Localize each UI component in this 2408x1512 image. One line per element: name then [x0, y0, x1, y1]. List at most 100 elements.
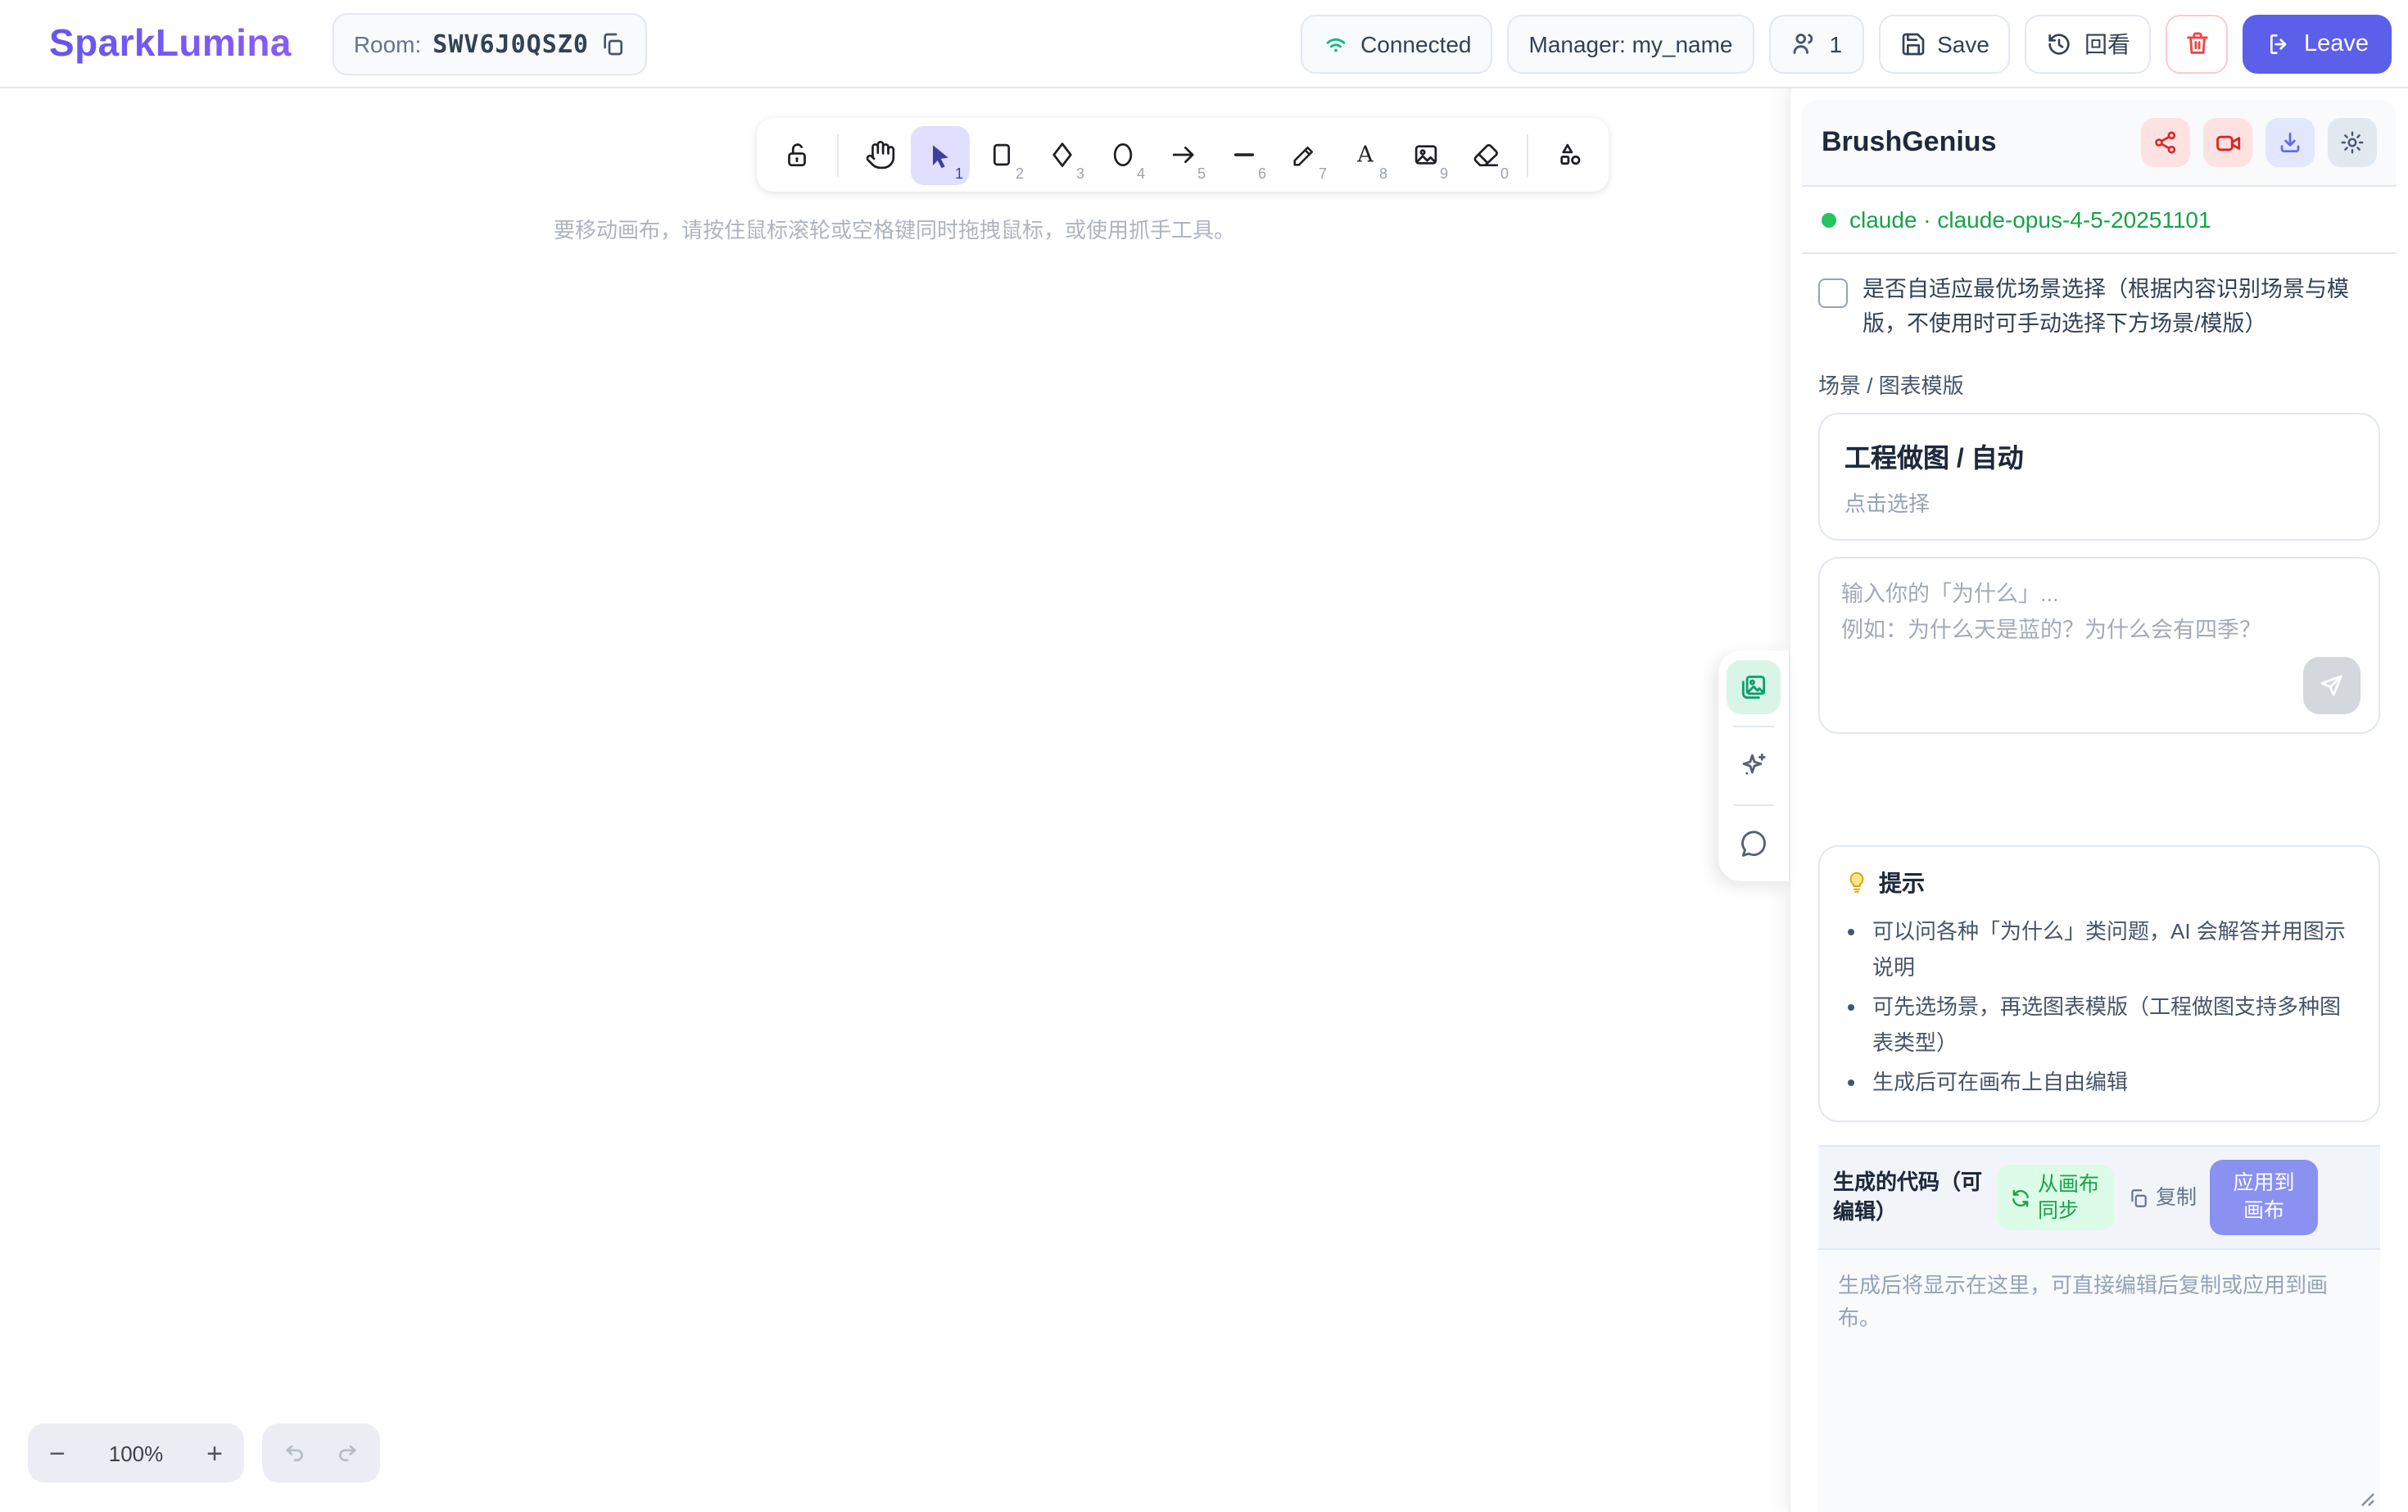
brushgenius-panel: BrushGenius: [1789, 88, 2408, 1512]
adaptive-scene-checkbox[interactable]: [1818, 278, 1848, 308]
replay-button[interactable]: 回看: [2026, 14, 2152, 73]
replay-label: 回看: [2084, 27, 2130, 60]
top-bar-actions: Connected Manager: my_name 1 Save: [1300, 14, 2392, 73]
scene-selector[interactable]: 工程做图 / 自动 点击选择: [1818, 413, 2380, 541]
scene-selected-value: 工程做图 / 自动: [1844, 436, 2354, 475]
panel-header: BrushGenius: [1802, 100, 2397, 187]
rectangle-icon: [985, 139, 1016, 170]
save-label: Save: [1937, 30, 1989, 57]
undo-icon[interactable]: [282, 1440, 308, 1466]
hand-icon: [864, 139, 895, 170]
lightbulb-icon: [1844, 871, 1869, 895]
copy-room-code-icon[interactable]: [600, 30, 627, 57]
toolbar-divider: [837, 134, 839, 176]
leave-label: Leave: [2304, 30, 2369, 57]
lock-icon: [781, 139, 812, 170]
zoom-pill: − 100% +: [28, 1424, 244, 1483]
ellipse-tool[interactable]: 4: [1093, 125, 1152, 184]
selection-icon: [926, 140, 955, 170]
drawing-canvas[interactable]: 要移动画布，请按住鼠标滚轮或空格键同时拖拽鼠标，或使用抓手工具。: [0, 88, 1789, 1512]
save-button[interactable]: Save: [1878, 14, 2011, 73]
generated-code-placeholder: 生成后将显示在这里，可直接编辑后复制或应用到画布。: [1838, 1270, 2360, 1333]
room-code: SWV6J0QSZ0: [432, 29, 589, 58]
text-tool[interactable]: A 8: [1335, 125, 1394, 184]
app-window: SparkLumina Room: SWV6J0QSZ0 Connected M…: [0, 0, 2408, 1512]
record-button[interactable]: [2203, 118, 2252, 167]
lock-tool[interactable]: [767, 125, 826, 184]
share-icon: [2152, 129, 2179, 156]
zoom-out-button[interactable]: −: [49, 1439, 66, 1467]
prompt-input[interactable]: 输入你的「为什么」... 例如：为什么天是蓝的？为什么会有四季？: [1818, 557, 2380, 734]
tip-item: 可先选场景，再选图表模版（工程做图支持多种图表类型）: [1872, 989, 2354, 1062]
send-button[interactable]: [2303, 657, 2360, 714]
shapes-icon: [1554, 139, 1585, 170]
copy-code-button[interactable]: 复制: [2128, 1184, 2197, 1211]
selection-tool[interactable]: 1: [911, 125, 970, 184]
users-icon: [1790, 29, 1818, 57]
text-icon: A: [1349, 139, 1380, 170]
generated-code-editor[interactable]: 生成后将显示在这里，可直接编辑后复制或应用到画布。: [1818, 1250, 2380, 1512]
resize-handle[interactable]: [2356, 1487, 2375, 1507]
model-status: claude · claude-opus-4-5-20251101: [1849, 206, 2211, 233]
rectangle-tool[interactable]: 2: [971, 125, 1030, 184]
app-logo: SparkLumina: [49, 21, 292, 66]
tips-card: 提示 可以问各种「为什么」类问题，AI 会解答并用图示说明 可先选场景，再选图表…: [1818, 845, 2380, 1123]
image-tool[interactable]: 9: [1396, 125, 1455, 184]
refresh-icon: [2010, 1187, 2031, 1208]
zoom-level[interactable]: 100%: [109, 1441, 164, 1465]
settings-icon: [2339, 129, 2365, 156]
tips-header: 提示: [1844, 867, 2354, 899]
send-icon: [2318, 672, 2346, 699]
user-count: 1: [1830, 30, 1843, 57]
side-toolbar-divider: [1733, 804, 1774, 806]
prompt-placeholder: 输入你的「为什么」... 例如：为什么天是蓝的？为什么会有四季？: [1841, 577, 2280, 650]
more-shapes-tool[interactable]: [1540, 125, 1599, 184]
scene-section-label: 场景 / 图表模版: [1818, 369, 2380, 400]
side-toolbar-divider: [1733, 726, 1774, 727]
apply-to-canvas-button[interactable]: 应用到画布: [2210, 1161, 2318, 1236]
gallery-mode-button[interactable]: [1727, 660, 1781, 714]
hand-tool[interactable]: [850, 125, 909, 184]
connection-status-label: Connected: [1360, 30, 1471, 57]
line-tool[interactable]: 6: [1214, 125, 1273, 184]
save-icon: [1899, 30, 1926, 57]
generated-code-header: 生成的代码（可编辑） 从画布同步 复制 应用到画布: [1818, 1146, 2380, 1251]
redo-icon[interactable]: [334, 1440, 360, 1466]
svg-text:A: A: [1356, 143, 1373, 168]
history-controls: [262, 1424, 380, 1483]
user-count-badge: 1: [1769, 14, 1864, 73]
panel-title: BrushGenius: [1822, 126, 1997, 159]
adaptive-scene-option: 是否自适应最优场景选择（根据内容识别场景与模版，不使用时可手动选择下方场景/模版…: [1818, 274, 2380, 342]
sync-from-canvas-button[interactable]: 从画布同步: [1997, 1165, 2115, 1231]
clear-canvas-button[interactable]: [2166, 14, 2229, 73]
sync-button-label: 从画布同步: [2038, 1171, 2102, 1225]
diamond-tool[interactable]: 3: [1032, 125, 1091, 184]
chat-mode-button[interactable]: [1727, 817, 1781, 871]
status-dot: [1822, 212, 1836, 227]
draw-tool[interactable]: 7: [1274, 125, 1333, 184]
share-button[interactable]: [2141, 118, 2190, 167]
arrow-icon: [1167, 139, 1198, 170]
gallery-icon: [1738, 672, 1769, 703]
tips-title: 提示: [1879, 867, 1925, 899]
zoom-in-button[interactable]: +: [206, 1439, 223, 1467]
top-bar: SparkLumina Room: SWV6J0QSZ0 Connected M…: [0, 0, 2408, 88]
history-icon: [2047, 30, 2073, 57]
eraser-tool[interactable]: 0: [1456, 125, 1515, 184]
generated-code-label: 生成的代码（可编辑）: [1833, 1168, 1984, 1228]
download-button[interactable]: [2265, 118, 2315, 167]
leave-button[interactable]: Leave: [2243, 14, 2392, 73]
zoom-controls: − 100% +: [28, 1424, 380, 1483]
settings-button[interactable]: [2328, 118, 2377, 167]
model-status-row: claude · claude-opus-4-5-20251101: [1802, 187, 2397, 254]
tip-item: 生成后可在画布上自由编辑: [1872, 1065, 2354, 1101]
arrow-tool[interactable]: 5: [1153, 125, 1212, 184]
ai-mode-button[interactable]: [1727, 739, 1781, 793]
diamond-icon: [1046, 139, 1077, 170]
connection-status: Connected: [1300, 14, 1492, 73]
line-icon: [1228, 139, 1259, 170]
panel-body: 是否自适应最优场景选择（根据内容识别场景与模版，不使用时可手动选择下方场景/模版…: [1802, 254, 2397, 1512]
sparkles-icon: [1738, 750, 1769, 781]
copy-button-label: 复制: [2156, 1184, 2197, 1211]
toolbar-divider: [1527, 134, 1528, 176]
